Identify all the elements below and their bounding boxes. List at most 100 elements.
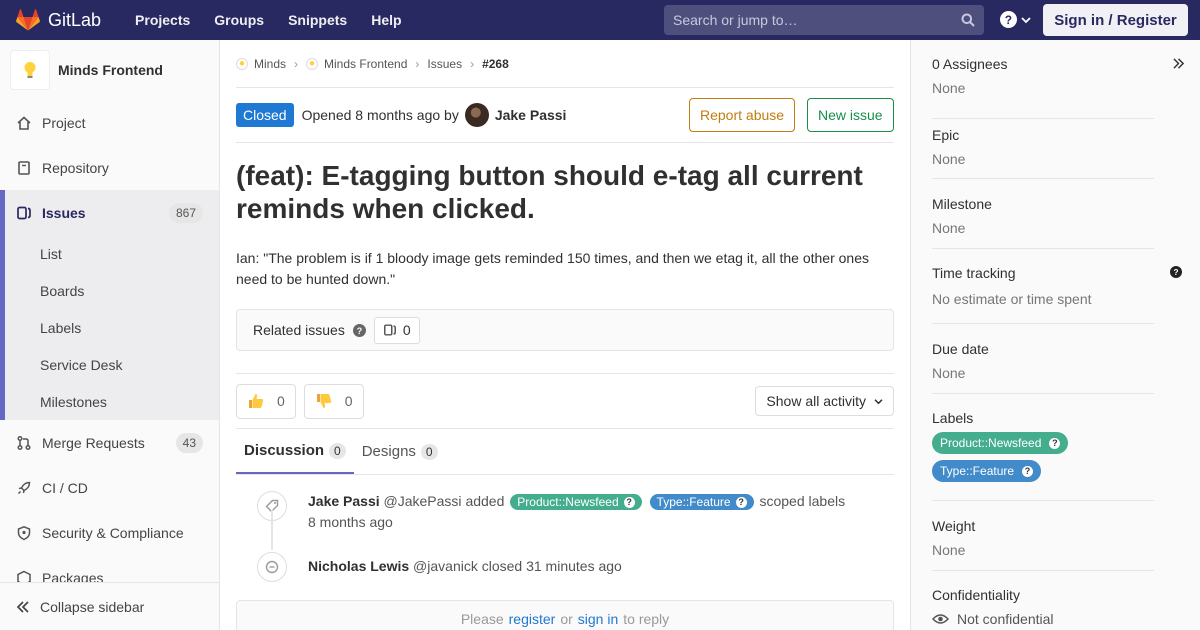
due-date-title: Due date — [932, 341, 989, 357]
note-author[interactable]: Jake Passi — [308, 493, 380, 509]
nav-link-groups[interactable]: Groups — [214, 12, 264, 28]
svg-text:?: ? — [1173, 268, 1178, 277]
lightbulb-icon — [24, 62, 36, 78]
thumbs-down-award[interactable]: 0 — [303, 383, 364, 419]
double-chevron-left-icon — [16, 600, 29, 613]
related-issues-label: Related issues — [253, 322, 345, 338]
search-icon[interactable] — [961, 13, 975, 27]
weight-block: Weight None — [932, 518, 1154, 571]
thumbs-up-icon — [249, 394, 264, 408]
collapse-sidebar-button[interactable]: Collapse sidebar — [0, 582, 219, 630]
tab-designs[interactable]: Designs 0 — [354, 429, 446, 474]
note-suffix: scoped labels — [759, 493, 846, 509]
epic-title: Epic — [932, 127, 960, 143]
closed-note-icon — [257, 552, 287, 582]
reply-prefix: Please — [460, 611, 504, 627]
project-avatar-icon — [306, 57, 319, 70]
nav-link-snippets[interactable]: Snippets — [288, 12, 347, 28]
show-all-activity-dropdown[interactable]: Show all activity — [755, 386, 894, 416]
breadcrumb: Minds › Minds Frontend › Issues › #268 — [236, 40, 894, 88]
report-abuse-button[interactable]: Report abuse — [689, 98, 796, 132]
author-avatar[interactable] — [464, 103, 489, 127]
book-icon — [18, 160, 30, 175]
breadcrumb-issues[interactable]: Issues — [427, 57, 462, 71]
sidebar-subitem-milestones[interactable]: Milestones — [5, 383, 219, 420]
question-circle-icon[interactable]: ? — [1170, 266, 1182, 278]
sign-in-register-button[interactable]: Sign in / Register — [1043, 4, 1188, 36]
thumbs-up-count: 0 — [277, 393, 285, 409]
sign-in-link[interactable]: sign in — [578, 611, 618, 630]
reply-prompt: Please register or sign in to reply — [236, 600, 894, 630]
thumbs-up-award[interactable]: 0 — [236, 383, 296, 419]
new-issue-button[interactable]: New issue — [807, 98, 894, 132]
double-chevron-right-icon[interactable] — [1173, 58, 1184, 69]
sidebar-item-issues[interactable]: Issues 867 — [5, 190, 219, 235]
due-date-value: None — [932, 365, 966, 381]
sidebar-label-product-newsfeed[interactable]: Product::Newsfeed? — [932, 432, 1069, 454]
breadcrumb-label: Minds Frontend — [324, 56, 408, 71]
group-avatar-icon — [236, 57, 248, 70]
gitlab-brand[interactable]: GitLab — [16, 9, 101, 31]
note-author[interactable]: Nicholas Lewis — [308, 558, 409, 574]
sidebar-subitem-list[interactable]: List — [5, 235, 219, 272]
nav-link-projects[interactable]: Projects — [135, 12, 190, 28]
note-handle[interactable]: @javanick — [413, 558, 478, 574]
award-bar: 0 0 Show all activity — [236, 374, 894, 428]
sidebar-subitem-labels[interactable]: Labels — [5, 309, 219, 346]
nav-link-help[interactable]: Help — [371, 12, 401, 28]
sidebar-item-label: Security & Compliance — [42, 524, 184, 541]
labels-title: Labels — [932, 410, 974, 426]
tab-discussion[interactable]: Discussion 0 — [236, 429, 354, 474]
breadcrumb-minds[interactable]: Minds — [236, 57, 286, 71]
eye-icon — [932, 614, 949, 624]
chevron-down-icon — [874, 398, 883, 404]
search-input[interactable] — [673, 12, 961, 28]
weight-value: None — [932, 542, 966, 558]
milestone-title: Milestone — [932, 196, 992, 212]
timeline-note-closed: Nicholas Lewis @javanick closed 31 minut… — [236, 552, 894, 586]
home-icon — [17, 115, 31, 130]
left-sidebar: Minds Frontend Project Repository Issues… — [0, 40, 220, 630]
sidebar-item-label: Project — [42, 114, 86, 131]
issue-title: (feat): E-tagging button should e-tag al… — [236, 160, 863, 224]
related-count-value: 0 — [402, 322, 411, 338]
svg-text:?: ? — [1005, 14, 1012, 27]
issue-tabs: Discussion 0 Designs 0 — [236, 429, 894, 475]
question-circle-icon[interactable]: ? — [352, 323, 366, 337]
author-name[interactable]: Jake Passi — [495, 107, 567, 123]
due-date-block: Due date None — [932, 341, 1154, 394]
tab-label: Designs — [361, 443, 416, 460]
breadcrumb-current[interactable]: #268 — [482, 57, 509, 71]
milestone-block: Milestone None — [932, 196, 1154, 249]
question-circle-icon: ? — [1000, 11, 1017, 28]
related-issues-count[interactable]: 0 — [373, 316, 420, 344]
label-text: Type::Feature — [656, 495, 731, 509]
register-link[interactable]: register — [509, 611, 556, 630]
timeline-note-labels: Jake Passi @JakePassi added Product::New… — [236, 491, 894, 539]
sidebar-item-security-compliance[interactable]: Security & Compliance — [0, 510, 219, 555]
project-header[interactable]: Minds Frontend — [0, 40, 219, 100]
sidebar-item-ci-cd[interactable]: CI / CD — [0, 465, 219, 510]
tab-count: 0 — [329, 442, 346, 459]
help-dropdown[interactable]: ? — [1000, 11, 1031, 28]
label-product-newsfeed[interactable]: Product::Newsfeed? — [510, 494, 642, 510]
sidebar-item-merge-requests[interactable]: Merge Requests 43 — [0, 420, 219, 465]
label-type-feature[interactable]: Type::Feature? — [649, 494, 754, 510]
rocket-icon — [17, 481, 31, 494]
label-text: Product::Newsfeed — [517, 495, 619, 509]
sidebar-item-repository[interactable]: Repository — [0, 145, 219, 190]
question-icon: ? — [735, 496, 747, 508]
reply-or: or — [560, 611, 573, 627]
merge-request-icon — [17, 435, 31, 450]
note-time[interactable]: 8 months ago — [308, 514, 393, 530]
note-handle[interactable]: @JakePassi — [384, 493, 462, 509]
gitlab-logo-icon — [16, 9, 40, 31]
sidebar-subitem-service-desk[interactable]: Service Desk — [5, 346, 219, 383]
project-avatar — [10, 50, 50, 90]
sidebar-subitem-boards[interactable]: Boards — [5, 272, 219, 309]
question-icon: ? — [1049, 437, 1061, 449]
weight-title: Weight — [932, 518, 976, 534]
sidebar-label-type-feature[interactable]: Type::Feature? — [932, 460, 1042, 482]
sidebar-item-project[interactable]: Project — [0, 100, 219, 145]
breadcrumb-minds-frontend[interactable]: Minds Frontend — [306, 57, 407, 71]
